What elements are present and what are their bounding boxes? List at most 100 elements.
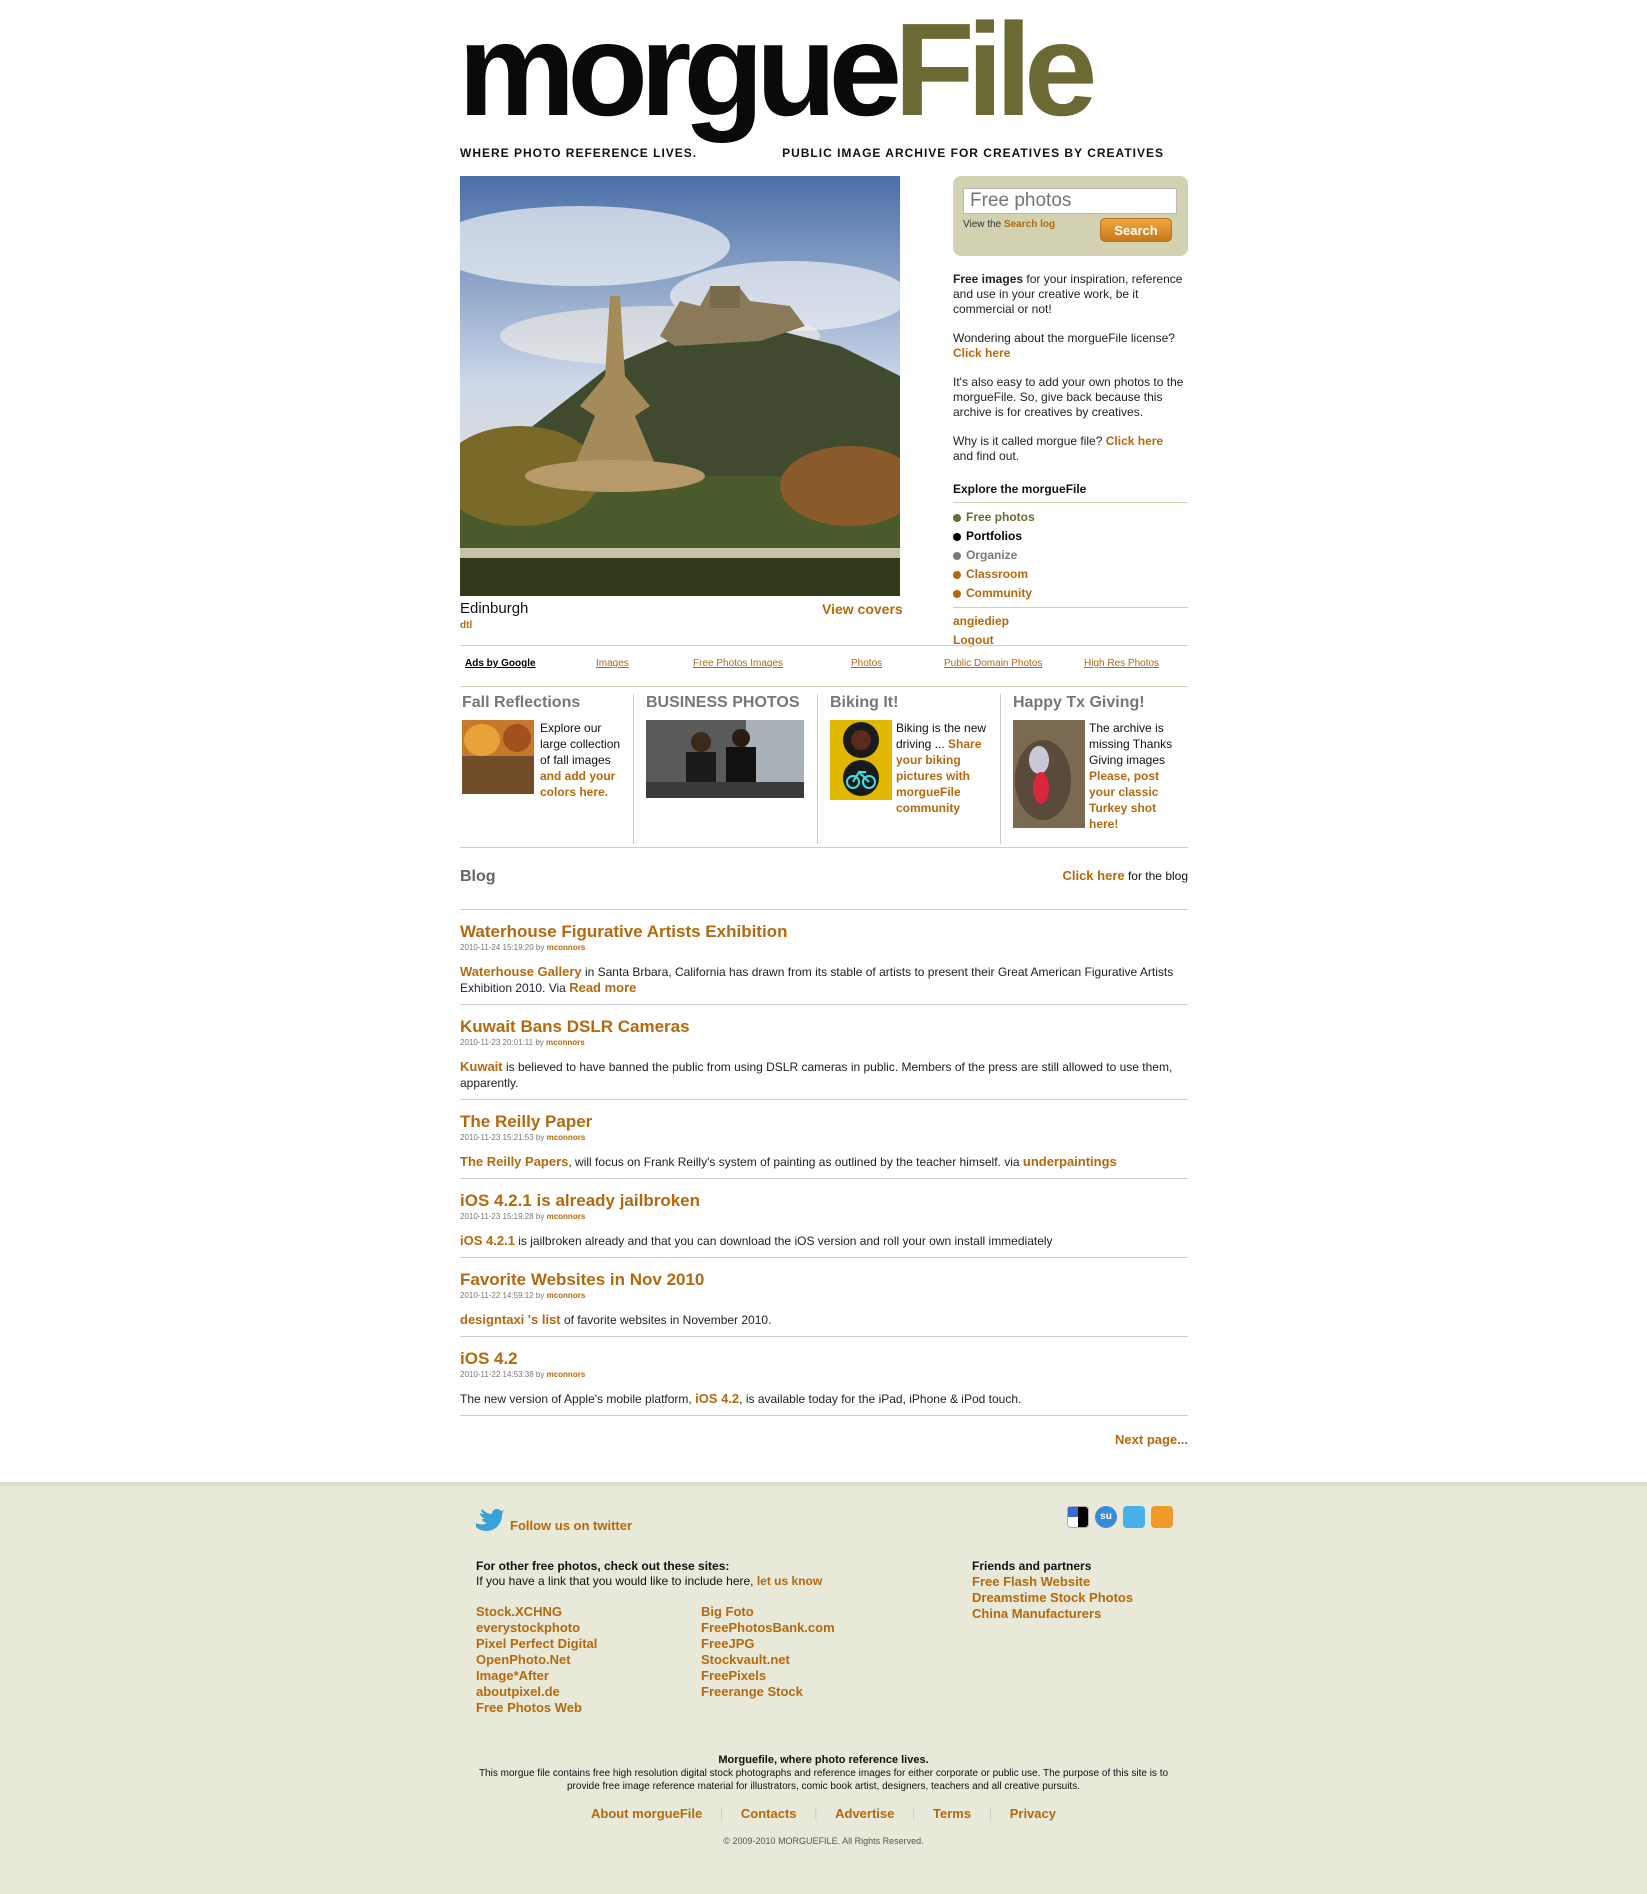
post-author[interactable]: mconnors [547, 1133, 586, 1142]
biking-thumbnail[interactable] [830, 720, 892, 800]
user-link[interactable]: angiediep [953, 614, 1009, 628]
business-thumbnail[interactable] [646, 720, 804, 798]
bullet-icon [953, 589, 961, 598]
hero-image[interactable] [460, 176, 900, 596]
site-link[interactable]: everystockphoto [476, 1620, 597, 1636]
search-box: View the Search log Search [953, 176, 1188, 256]
ad-link-free-photos-images[interactable]: Free Photos Images [693, 658, 783, 669]
let-us-know-link[interactable]: let us know [757, 1574, 822, 1588]
stumbleupon-icon[interactable]: su [1095, 1506, 1117, 1528]
ads-by-google[interactable]: Ads by Google [465, 658, 536, 669]
post-link[interactable]: designtaxi 's list [460, 1312, 561, 1327]
site-link[interactable]: Image*After [476, 1668, 597, 1684]
footer-link-advertise[interactable]: Advertise [835, 1806, 894, 1821]
feature-title: Happy Tx Giving! [1013, 694, 1145, 711]
hero-author-link[interactable]: dtl [460, 620, 472, 631]
blog-title: Blog [460, 868, 496, 885]
why-link[interactable]: Click here [1106, 434, 1163, 448]
post-author[interactable]: mconnors [547, 1370, 586, 1379]
delicious-icon[interactable] [1067, 1506, 1089, 1528]
search-input[interactable] [963, 188, 1177, 214]
post-author[interactable]: mconnors [547, 1291, 586, 1300]
license-link[interactable]: Click here [953, 346, 1010, 360]
feature-business[interactable]: BUSINESS PHOTOS [646, 694, 806, 844]
nav-classroom[interactable]: Classroom [953, 565, 1188, 584]
site-link[interactable]: Stockvault.net [701, 1652, 835, 1668]
footer-link-privacy[interactable]: Privacy [1010, 1806, 1056, 1821]
post-link[interactable]: Waterhouse Gallery [460, 964, 582, 979]
post-author[interactable]: mconnors [546, 1038, 585, 1047]
site-link[interactable]: FreeJPG [701, 1636, 835, 1652]
post-title[interactable]: Kuwait Bans DSLR Cameras [460, 1017, 1188, 1037]
feature-link[interactable]: and add your colors here. [540, 769, 615, 799]
nav-community[interactable]: Community [953, 584, 1188, 603]
explore-nav: Free photos Portfolios Organize Classroo… [953, 508, 1188, 608]
nav-portfolios[interactable]: Portfolios [953, 527, 1188, 546]
friend-link[interactable]: Free Flash Website [972, 1574, 1133, 1590]
blog-click-here[interactable]: Click here [1062, 868, 1124, 883]
friend-link[interactable]: Dreamstime Stock Photos [972, 1590, 1133, 1606]
feature-title: Fall Reflections [462, 694, 581, 711]
bullet-icon [953, 570, 961, 579]
post-read-more[interactable]: Read more [569, 980, 636, 995]
site-link[interactable]: Big Foto [701, 1604, 835, 1620]
twitter-icon[interactable] [1123, 1506, 1145, 1528]
footer-link-terms[interactable]: Terms [933, 1806, 971, 1821]
ad-link-images[interactable]: Images [596, 658, 629, 669]
post-author[interactable]: mconnors [547, 1212, 586, 1221]
divider: | [988, 1806, 993, 1821]
post-title[interactable]: iOS 4.2.1 is already jailbroken [460, 1191, 1188, 1211]
blog-posts: Waterhouse Figurative Artists Exhibition… [460, 909, 1188, 1416]
post-link[interactable]: iOS 4.2.1 [460, 1233, 515, 1248]
feature-link[interactable]: Please, post your classic Turkey shot he… [1089, 769, 1159, 831]
friends-title: Friends and partners [972, 1559, 1092, 1573]
divider: | [814, 1806, 818, 1821]
fall-thumbnail[interactable] [462, 720, 534, 794]
nav-free-photos[interactable]: Free photos [953, 508, 1188, 527]
ad-link-public-domain[interactable]: Public Domain Photos [944, 658, 1042, 669]
post-link[interactable]: Kuwait [460, 1059, 503, 1074]
bullet-icon [953, 551, 961, 560]
turkey-thumbnail[interactable] [1013, 720, 1085, 828]
search-log-text: View the Search log [963, 219, 1056, 230]
rss-icon[interactable] [1151, 1506, 1173, 1528]
blog-header: Blog Click here for the blog [460, 868, 1188, 885]
license-text: Wondering about the morgueFile license? C… [953, 331, 1175, 360]
feature-thanksgiving[interactable]: Happy Tx Giving! The archive is missing … [1013, 694, 1188, 844]
site-link[interactable]: Freerange Stock [701, 1684, 835, 1700]
post-title[interactable]: The Reilly Paper [460, 1112, 1188, 1132]
friends-partners: Friends and partners Free Flash Website … [972, 1559, 1133, 1622]
view-covers-link[interactable]: View covers [822, 601, 903, 617]
search-log-link[interactable]: Search log [1004, 219, 1055, 230]
tagline-right: PUBLIC IMAGE ARCHIVE FOR CREATIVES BY CR… [782, 146, 1164, 160]
post-link[interactable]: iOS 4.2 [695, 1391, 739, 1406]
ad-link-high-res[interactable]: High Res Photos [1084, 658, 1159, 669]
next-page-link[interactable]: Next page... [1115, 1432, 1188, 1447]
site-link[interactable]: Stock.XCHNG [476, 1604, 597, 1620]
post-author[interactable]: mconnors [547, 943, 586, 952]
site-link[interactable]: FreePhotosBank.com [701, 1620, 835, 1636]
post-title[interactable]: iOS 4.2 [460, 1349, 1188, 1369]
footer-link-about[interactable]: About morgueFile [591, 1806, 702, 1821]
logo[interactable]: morgueFile [458, 0, 1188, 140]
feature-fall[interactable]: Fall Reflections Explore our large colle… [462, 694, 632, 844]
footer-link-contacts[interactable]: Contacts [741, 1806, 797, 1821]
post-link[interactable]: The Reilly Papers [460, 1154, 568, 1169]
post-title[interactable]: Waterhouse Figurative Artists Exhibition [460, 922, 1188, 942]
nav-organize[interactable]: Organize [953, 546, 1188, 565]
search-button[interactable]: Search [1100, 218, 1172, 242]
sidebar: View the Search log Search Free images f… [953, 176, 1188, 650]
site-link[interactable]: OpenPhoto.Net [476, 1652, 597, 1668]
site-link[interactable]: Free Photos Web [476, 1700, 597, 1716]
site-link[interactable]: aboutpixel.de [476, 1684, 597, 1700]
about-title: Morguefile, where photo reference lives. [718, 1754, 929, 1766]
site-link[interactable]: FreePixels [701, 1668, 835, 1684]
site-link[interactable]: Pixel Perfect Digital [476, 1636, 597, 1652]
ad-link-photos[interactable]: Photos [851, 658, 882, 669]
why-text: Why is it called morgue file? Click here… [953, 434, 1164, 463]
friend-link[interactable]: China Manufacturers [972, 1606, 1133, 1622]
feature-biking[interactable]: Biking It! Biking is the new driving ...… [830, 694, 1000, 844]
twitter-follow[interactable]: Follow us on twitter [474, 1508, 632, 1533]
post-via-link[interactable]: underpaintings [1023, 1154, 1117, 1169]
post-title[interactable]: Favorite Websites in Nov 2010 [460, 1270, 1188, 1290]
